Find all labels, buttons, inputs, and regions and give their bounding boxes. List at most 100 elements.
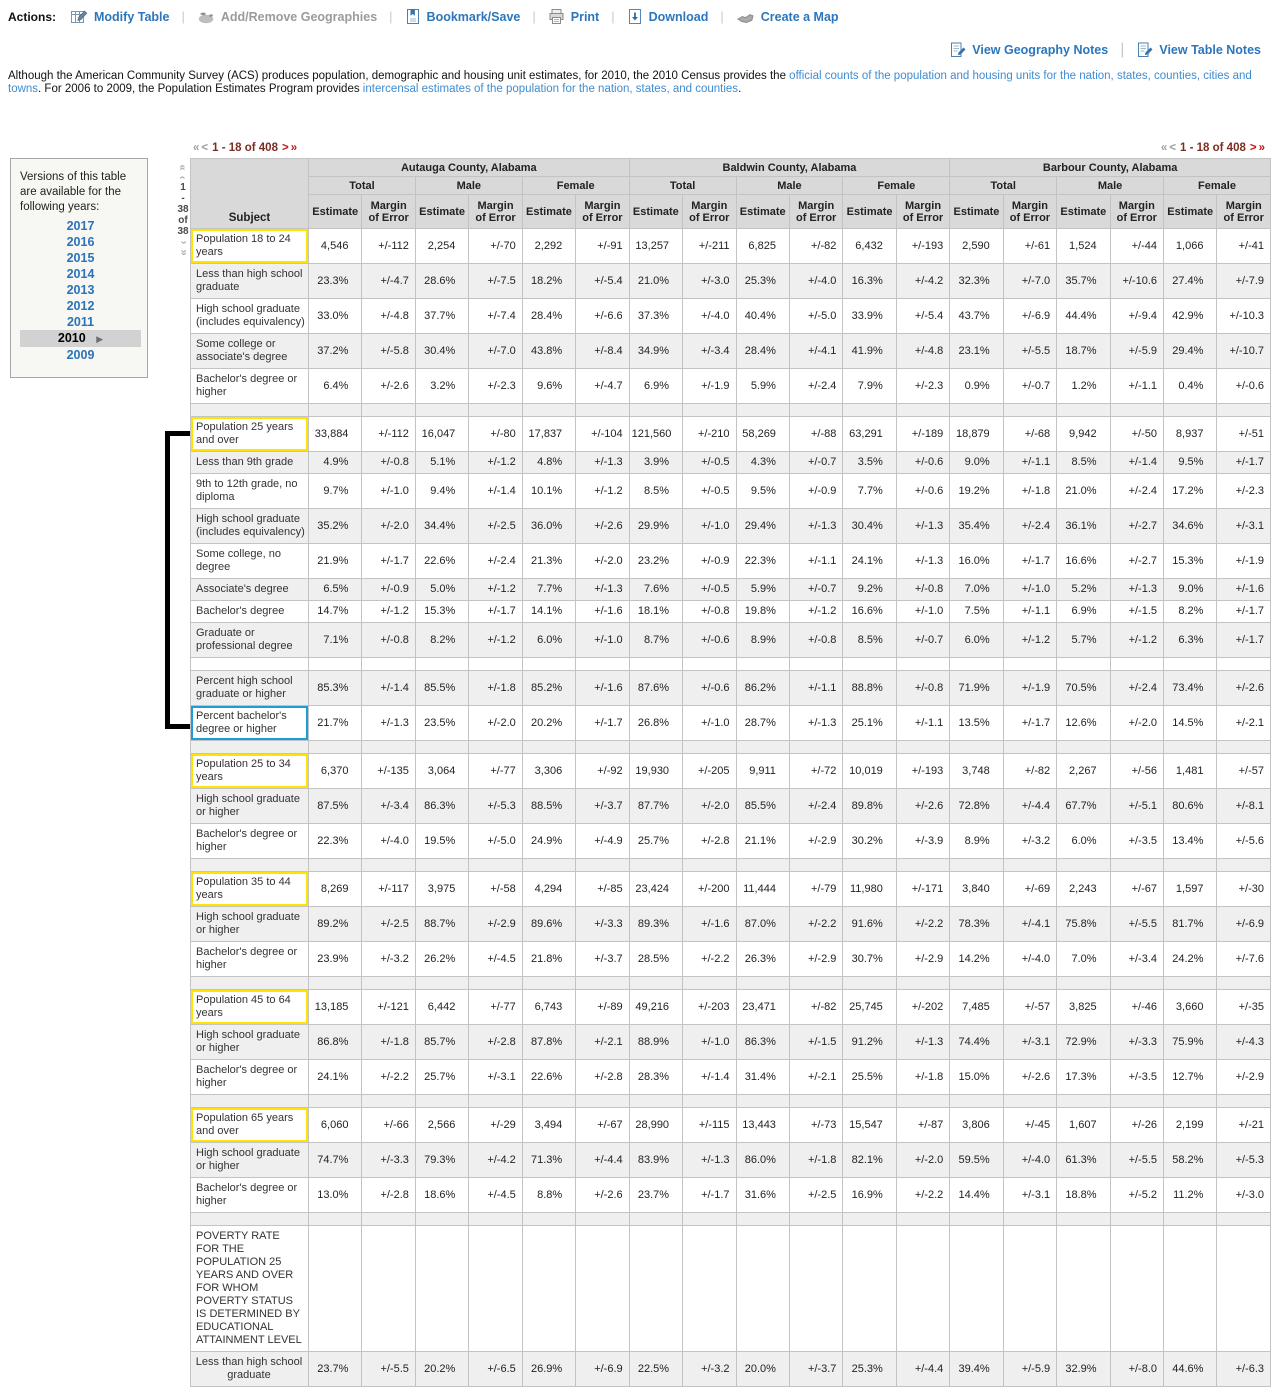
version-year-2013[interactable]: 2013 xyxy=(20,282,141,298)
last-page-icon[interactable]: » xyxy=(1259,142,1265,154)
scroll-top-icon[interactable]: » xyxy=(176,162,190,172)
next-page-icon[interactable]: > xyxy=(1250,142,1257,154)
moe-cell: +/-2.0 xyxy=(683,789,736,824)
vertical-pager-label: 38 xyxy=(176,226,190,237)
estimate-cell: 32.3% xyxy=(950,264,1003,299)
moe-cell: +/-1.7 xyxy=(1217,623,1271,658)
moe-cell xyxy=(896,404,949,417)
moe-cell xyxy=(576,741,629,754)
action-label: Add/Remove Geographies xyxy=(221,10,377,24)
table-head: SubjectAutauga County, AlabamaBaldwin Co… xyxy=(191,159,1271,229)
vertical-pager-label: 1 xyxy=(176,182,190,193)
estimate-cell: 1,597 xyxy=(1164,872,1217,907)
moe-cell xyxy=(469,859,522,872)
estimate-cell: 9.6% xyxy=(522,369,575,404)
view-geography-notes-link[interactable]: View Geography Notes xyxy=(949,41,1108,59)
last-page-icon[interactable]: » xyxy=(291,142,297,154)
estimate-cell: 89.2% xyxy=(309,907,362,942)
moe-cell: +/-6.9 xyxy=(1217,907,1271,942)
estimate-cell: 1,481 xyxy=(1164,754,1217,789)
bracket-bottom-tick xyxy=(165,724,190,729)
estimate-cell: 72.8% xyxy=(950,789,1003,824)
bookmark-save-button[interactable]: Bookmark/Save xyxy=(405,8,521,25)
estimate-cell: 4.8% xyxy=(522,452,575,474)
moe-cell xyxy=(789,859,842,872)
moe-cell: +/-5.0 xyxy=(469,824,522,859)
table-row: Population 45 to 64 years13,185+/-1216,4… xyxy=(191,990,1271,1025)
estimate-cell xyxy=(309,741,362,754)
version-year-2015[interactable]: 2015 xyxy=(20,250,141,266)
estimate-cell xyxy=(1057,977,1110,990)
estimate-cell: 7.7% xyxy=(843,474,896,509)
estimate-cell: 2,243 xyxy=(1057,872,1110,907)
moe-cell: +/-0.7 xyxy=(789,579,842,601)
moe-cell: +/-0.6 xyxy=(1217,369,1271,404)
estimate-cell: 23.1% xyxy=(950,334,1003,369)
subject-cell: High school graduate or higher xyxy=(191,789,309,824)
estimate-cell: 7.7% xyxy=(522,579,575,601)
estimate-cell: 29.4% xyxy=(1164,334,1217,369)
version-year-2012[interactable]: 2012 xyxy=(20,298,141,314)
estimate-cell: 32.9% xyxy=(1057,1352,1110,1387)
intercensal-estimates-link[interactable]: intercensal estimates of the population … xyxy=(363,83,738,95)
estimate-cell: 73.4% xyxy=(1164,671,1217,706)
version-year-2014[interactable]: 2014 xyxy=(20,266,141,282)
estimate-cell: 6,743 xyxy=(522,990,575,1025)
subject-cell xyxy=(191,658,309,671)
estimate-cell: 34.6% xyxy=(1164,509,1217,544)
download-button[interactable]: Download xyxy=(627,8,709,25)
moe-cell: +/-171 xyxy=(896,872,949,907)
view-table-notes-link[interactable]: View Table Notes xyxy=(1136,41,1261,59)
version-year-2016[interactable]: 2016 xyxy=(20,234,141,250)
moe-cell: +/-6.9 xyxy=(576,1352,629,1387)
estimate-cell: 31.4% xyxy=(736,1060,789,1095)
moe-cell: +/-72 xyxy=(789,754,842,789)
scroll-bottom-icon[interactable]: » xyxy=(176,247,190,257)
estimate-cell: 25.3% xyxy=(736,264,789,299)
moe-cell: +/-2.6 xyxy=(896,789,949,824)
estimate-cell: 25,745 xyxy=(843,990,896,1025)
measure-header: Margin of Error xyxy=(683,195,736,229)
estimate-cell: 2,267 xyxy=(1057,754,1110,789)
modify-table-button[interactable]: Modify Table xyxy=(70,8,169,25)
moe-cell: +/-0.7 xyxy=(1003,369,1056,404)
print-button[interactable]: Print xyxy=(548,8,599,25)
moe-cell: +/-3.4 xyxy=(1110,942,1163,977)
subject-cell xyxy=(191,741,309,754)
estimate-cell: 9.7% xyxy=(309,474,362,509)
version-year-2009[interactable]: 2009 xyxy=(20,347,141,363)
estimate-cell xyxy=(736,658,789,671)
moe-cell: +/-57 xyxy=(1217,754,1271,789)
moe-cell: +/-1.1 xyxy=(789,544,842,579)
moe-cell: +/-35 xyxy=(1217,990,1271,1025)
estimate-cell: 59.5% xyxy=(950,1143,1003,1178)
next-page-icon[interactable]: > xyxy=(282,142,289,154)
estimate-cell xyxy=(950,741,1003,754)
estimate-cell: 13,443 xyxy=(736,1108,789,1143)
version-year-2011[interactable]: 2011 xyxy=(20,314,141,330)
moe-cell: +/-2.9 xyxy=(789,824,842,859)
moe-cell: +/-30 xyxy=(1217,872,1271,907)
moe-cell: +/-0.8 xyxy=(896,579,949,601)
moe-cell: +/-1.4 xyxy=(1110,452,1163,474)
estimate-cell: 43.8% xyxy=(522,334,575,369)
scroll-down-icon[interactable]: › xyxy=(176,237,190,247)
moe-cell: +/-1.3 xyxy=(896,1025,949,1060)
table-row: High school graduate (includes equivalen… xyxy=(191,299,1271,334)
moe-cell xyxy=(1003,1213,1056,1226)
moe-cell: +/-1.3 xyxy=(683,1143,736,1178)
measure-header: Estimate xyxy=(522,195,575,229)
moe-cell xyxy=(896,741,949,754)
estimate-cell: 11.2% xyxy=(1164,1178,1217,1213)
vertical-pager-label: - xyxy=(176,193,190,204)
moe-cell xyxy=(896,1095,949,1108)
scroll-up-icon[interactable]: › xyxy=(176,172,190,182)
subject-cell: Bachelor's degree xyxy=(191,601,309,623)
version-year-2017[interactable]: 2017 xyxy=(20,218,141,234)
estimate-cell: 3,306 xyxy=(522,754,575,789)
estimate-cell: 29.4% xyxy=(736,509,789,544)
version-year-2010[interactable]: 2010 ▶ xyxy=(20,330,141,347)
create-a-map-button[interactable]: Create a Map xyxy=(736,9,839,24)
subject-cell: 9th to 12th grade, no diploma xyxy=(191,474,309,509)
moe-cell: +/-5.9 xyxy=(1110,334,1163,369)
